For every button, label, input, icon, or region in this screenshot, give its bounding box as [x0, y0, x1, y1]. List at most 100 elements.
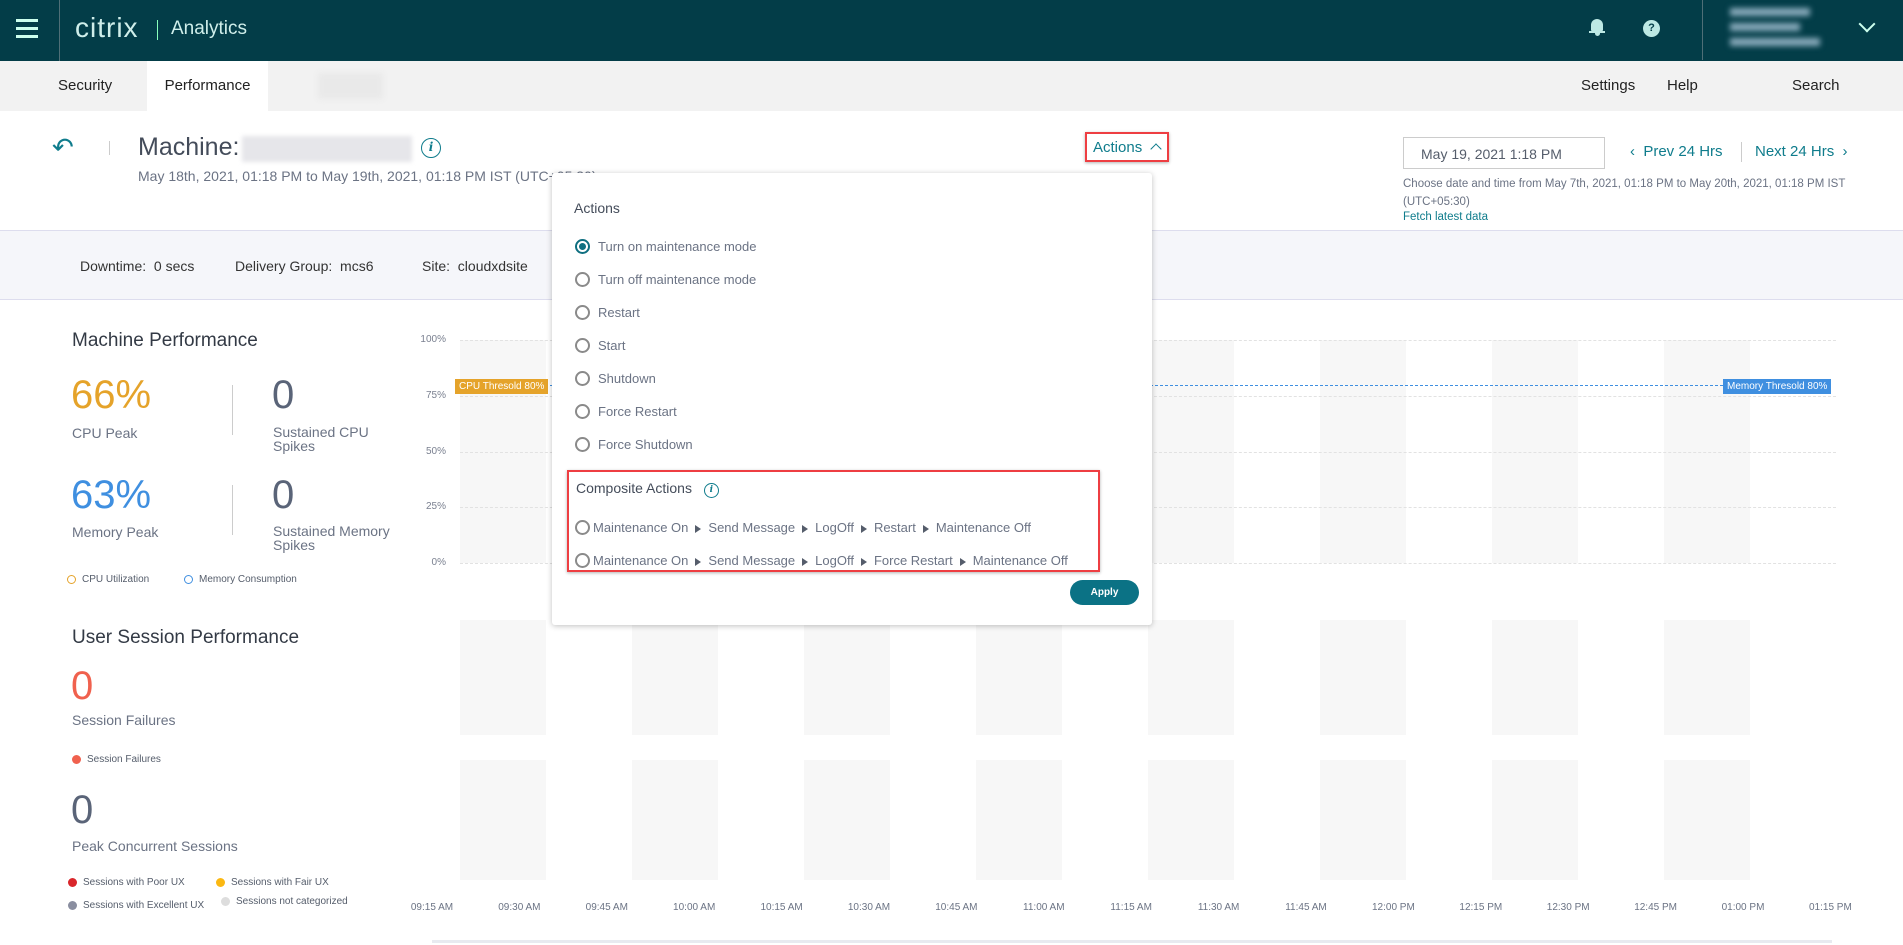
radio-button[interactable]	[575, 239, 590, 254]
chart-band	[804, 620, 890, 735]
arrow-right-icon	[802, 524, 809, 533]
radio-button[interactable]	[575, 404, 590, 419]
composite-steps: Maintenance On Send Message LogOff Force Re…	[593, 553, 1068, 568]
option-label: Turn on maintenance mode	[598, 239, 757, 254]
radio-button[interactable]	[575, 272, 590, 287]
legend-poor-ux[interactable]: Sessions with Poor UX	[68, 877, 185, 888]
chart-band	[976, 760, 1062, 880]
legend-memory[interactable]: Memory Consumption	[184, 574, 297, 585]
composite-actions-box: Composite Actions i Maintenance On Send M…	[567, 470, 1100, 572]
chart-band	[1664, 620, 1750, 735]
x-tick: 01:15 PM	[1808, 902, 1852, 913]
tab-help[interactable]: Help	[1667, 61, 1698, 111]
scrollbar-track[interactable]	[432, 940, 1832, 943]
tab-settings[interactable]: Settings	[1581, 61, 1635, 111]
actions-button[interactable]: Actions	[1085, 132, 1169, 162]
machine-date-range: May 18th, 2021, 01:18 PM to May 19th, 20…	[138, 168, 597, 184]
chart-band	[976, 620, 1062, 735]
y-tick: 75%	[425, 390, 446, 401]
fetch-latest-link[interactable]: Fetch latest data	[1403, 211, 1488, 223]
tab-security[interactable]: Security	[58, 61, 112, 111]
info-icon[interactable]: i	[421, 138, 441, 158]
divider	[109, 141, 110, 155]
peak-sessions-label: Peak Concurrent Sessions	[72, 838, 238, 854]
divider	[59, 0, 60, 61]
bell-icon[interactable]	[1589, 19, 1605, 37]
chart-band	[804, 760, 890, 880]
x-tick: 09:30 AM	[498, 902, 541, 913]
divider	[232, 485, 233, 535]
delivery-group: Delivery Group: mcs6	[235, 258, 374, 274]
memory-threshold-label: Memory Thresold 80%	[1723, 379, 1832, 394]
x-tick: 11:45 AM	[1285, 902, 1327, 913]
date-hint: Choose date and time from May 7th, 2021,…	[1403, 178, 1846, 208]
cpu-legend-icon	[67, 574, 76, 584]
hamburger-menu-icon[interactable]	[16, 19, 38, 39]
info-icon[interactable]: i	[703, 483, 719, 498]
popup-title: Actions	[574, 200, 620, 216]
arrow-right-icon	[695, 557, 702, 566]
arrow-right-icon	[860, 524, 867, 533]
cpu-threshold-label: CPU Thresold 80%	[455, 379, 549, 394]
x-tick: 10:45 AM	[935, 902, 978, 913]
legend-fair-ux[interactable]: Sessions with Fair UX	[216, 877, 329, 888]
session-failures-value: 0	[71, 664, 94, 708]
y-tick: 100%	[420, 334, 446, 345]
x-tick: 11:15 AM	[1110, 902, 1152, 913]
x-tick: 12:30 PM	[1546, 902, 1590, 913]
prev-24hrs-button[interactable]: ‹ Prev 24 Hrs	[1630, 143, 1723, 160]
radio-button[interactable]	[575, 371, 590, 386]
tab-performance[interactable]: Performance	[147, 61, 268, 111]
radio-button[interactable]	[575, 437, 590, 452]
option-label: Start	[598, 338, 626, 353]
nav-tabs: Security Performance Settings Help Searc…	[0, 61, 1903, 111]
legend-cpu[interactable]: CPU Utilization	[67, 574, 149, 585]
arrow-right-icon	[860, 557, 867, 566]
divider	[1741, 142, 1742, 162]
arrow-right-icon	[802, 557, 809, 566]
prev-label: Prev 24 Hrs	[1643, 143, 1723, 160]
product-name: Analytics	[171, 18, 248, 39]
citrix-logo: citrix	[75, 12, 139, 43]
option-label: Restart	[598, 305, 640, 320]
back-arrow-icon[interactable]: ↶	[52, 134, 74, 160]
memory-peak-value: 63%	[71, 473, 152, 517]
option-label: Turn off maintenance mode	[598, 272, 757, 287]
memory-peak-label: Memory Peak	[72, 524, 159, 540]
help-icon[interactable]: ?	[1643, 20, 1660, 37]
radio-button[interactable]	[575, 338, 590, 353]
machine-name-blurred	[242, 136, 412, 162]
chevron-up-icon	[1150, 143, 1163, 155]
chart-band	[1664, 760, 1750, 880]
legend-excellent-ux[interactable]: Sessions with Excellent UX	[68, 896, 208, 915]
radio-button[interactable]	[575, 305, 590, 320]
radio-button[interactable]	[575, 553, 590, 568]
y-tick: 0%	[431, 557, 446, 568]
tab-search[interactable]: Search	[1792, 61, 1840, 111]
x-tick: 09:15 AM	[410, 902, 454, 913]
next-24hrs-button[interactable]: Next 24 Hrs ›	[1755, 143, 1848, 160]
legend-session-failures[interactable]: Session Failures	[72, 754, 161, 765]
excellent-ux-icon	[68, 900, 77, 910]
fair-ux-icon	[216, 877, 225, 887]
tab-blurred[interactable]	[318, 73, 383, 99]
legend-uncategorized[interactable]: Sessions not categorized	[221, 896, 348, 907]
failure-legend-icon	[72, 754, 81, 764]
y-tick: 50%	[425, 446, 446, 457]
tab-label: Performance	[164, 77, 251, 94]
apply-button[interactable]: Apply	[1070, 580, 1139, 605]
composite-steps: Maintenance On Send Message LogOff Restart M…	[593, 520, 1031, 535]
memory-spikes-label: Sustained Memory Spikes	[273, 523, 390, 553]
x-tick: 01:00 PM	[1721, 902, 1765, 913]
session-failures-label: Session Failures	[72, 712, 176, 728]
chart-band	[460, 620, 546, 735]
x-tick: 12:45 PM	[1634, 902, 1677, 913]
option-label: Shutdown	[598, 371, 656, 386]
date-input[interactable]: May 19, 2021 1:18 PM	[1403, 137, 1605, 169]
divider	[157, 20, 158, 40]
y-tick: 25%	[425, 501, 446, 512]
radio-button[interactable]	[575, 520, 590, 535]
chevron-down-icon[interactable]	[1858, 15, 1876, 33]
top-bar: citrix Analytics ?	[0, 0, 1903, 61]
machine-performance-title: Machine Performance	[72, 330, 258, 351]
